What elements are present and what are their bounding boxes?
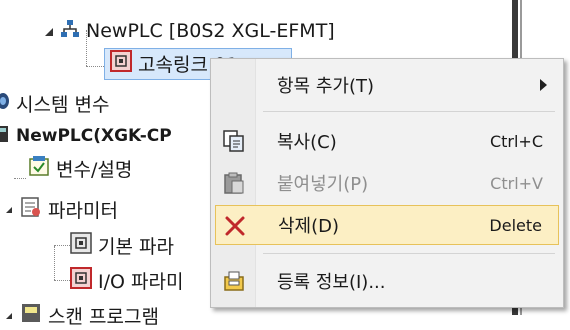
delete-x-icon — [222, 213, 248, 239]
tree-line — [86, 66, 106, 67]
tree-line — [54, 246, 55, 280]
tree-item-label: 스캔 프로그램 — [48, 305, 159, 328]
expand-triangle-icon[interactable] — [4, 304, 14, 326]
menu-item-add-item[interactable]: 항목 추가(T) — [215, 65, 559, 105]
tree-line — [54, 245, 70, 246]
tree-item-scan-program[interactable]: 스캔 프로그램 — [4, 300, 159, 330]
tree-item-label: NewPLC(XGK-CP — [16, 126, 172, 146]
network-icon — [60, 19, 80, 44]
variable-icon — [28, 155, 50, 182]
program-icon — [20, 302, 42, 329]
tree-item-basic-param[interactable]: 기본 파라 — [70, 230, 174, 260]
tree-item-system-vars[interactable]: 시스템 변수 — [0, 88, 109, 118]
menu-item-delete[interactable]: 삭제(D) Delete — [215, 205, 559, 245]
menu-item-label: 등록 정보(I)... — [277, 272, 386, 293]
collapse-triangle-icon[interactable] — [44, 20, 54, 42]
tree-item-label: I/O 파라미 — [98, 270, 184, 293]
tree-item-var-desc[interactable]: 변수/설명 — [28, 153, 132, 183]
paste-icon — [221, 170, 247, 196]
properties-icon — [221, 268, 247, 294]
tree-item-label: 변수/설명 — [56, 158, 133, 181]
menu-item-paste[interactable]: 붙여넣기(P) Ctrl+V — [215, 163, 559, 203]
context-menu: 항목 추가(T) 복사(C) Ctrl+C 붙여넣기(P) Ctrl+V 삭제(… — [210, 58, 564, 308]
tree-item-io-param[interactable]: I/O 파라미 — [70, 265, 183, 295]
menu-item-properties[interactable]: 등록 정보(I)... — [215, 261, 559, 301]
expand-triangle-icon[interactable] — [4, 198, 14, 220]
tree-item-label: NewPLC [B0S2 XGL-EFMT] — [86, 20, 335, 42]
tree-item-newplc[interactable]: NewPLC [B0S2 XGL-EFMT] — [44, 16, 335, 46]
tree-item-label: 파라미터 — [48, 199, 118, 222]
copy-icon — [221, 128, 247, 154]
menu-item-shortcut: Ctrl+V — [490, 173, 543, 193]
menu-separator — [263, 253, 555, 254]
menu-item-copy[interactable]: 복사(C) Ctrl+C — [215, 121, 559, 161]
menu-item-shortcut: Delete — [489, 215, 542, 235]
tree-item-parameters[interactable]: 파라미터 — [4, 194, 118, 224]
tree-item-label: 기본 파라 — [98, 235, 174, 258]
menu-item-label: 붙여넣기(P) — [277, 174, 369, 195]
tree-line — [14, 178, 26, 179]
plc-cpu-icon — [0, 125, 10, 148]
menu-separator — [263, 111, 555, 112]
module-icon — [110, 49, 132, 77]
io-param-icon — [70, 266, 92, 294]
menu-item-shortcut: Ctrl+C — [489, 131, 543, 151]
tree-item-project[interactable]: NewPLC(XGK-CP — [0, 121, 172, 151]
menu-item-label: 항목 추가(T) — [277, 76, 375, 97]
parameter-icon — [20, 196, 42, 223]
basic-param-icon — [70, 231, 92, 259]
tree-line — [54, 280, 70, 281]
system-var-icon — [0, 92, 10, 115]
menu-item-label: 복사(C) — [277, 132, 337, 153]
tree-item-label: 시스템 변수 — [16, 93, 110, 116]
menu-item-label: 삭제(D) — [278, 216, 340, 237]
submenu-arrow-icon — [540, 79, 547, 91]
